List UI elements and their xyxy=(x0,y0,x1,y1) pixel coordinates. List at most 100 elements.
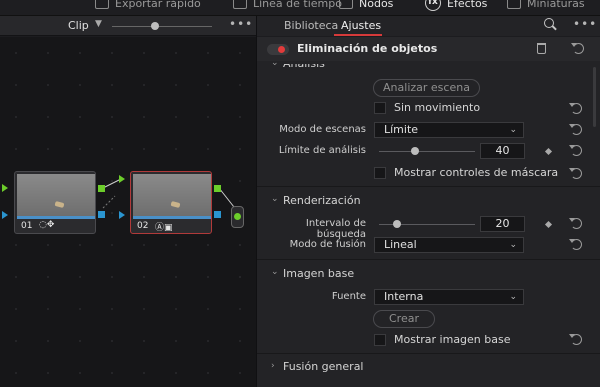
mask-controls-label: Mostrar controles de máscara xyxy=(394,166,559,179)
trash-icon[interactable] xyxy=(537,43,546,54)
timeline-icon xyxy=(233,0,247,9)
analysis-limit-slider-track[interactable] xyxy=(379,151,475,152)
keyframe-icon[interactable] xyxy=(544,147,553,156)
source-label: Fuente xyxy=(331,291,366,302)
effect-enable-toggle[interactable] xyxy=(267,44,289,55)
inspector-more-button[interactable]: ••• xyxy=(573,17,597,31)
node-status-bar xyxy=(133,216,211,219)
source-value: Interna xyxy=(384,290,424,303)
section-title-render[interactable]: Renderización xyxy=(283,194,361,207)
input-port-green[interactable] xyxy=(2,184,8,192)
blend-mode-dropdown[interactable]: Lineal ⌄ xyxy=(374,237,524,253)
node-01[interactable]: 01 ◌✥ xyxy=(14,171,96,234)
input-port-green[interactable] xyxy=(119,175,125,183)
chevron-down-icon[interactable]: ⌄ xyxy=(271,58,279,68)
chevron-down-icon: ⌄ xyxy=(509,292,517,302)
section-divider xyxy=(257,186,600,187)
analysis-limit-input[interactable]: 40 xyxy=(480,143,525,159)
top-toolbar: Exportar rápido Línea de tiempo Nodos fx… xyxy=(0,0,600,16)
export-icon xyxy=(95,0,109,9)
search-icon[interactable] xyxy=(544,18,554,28)
output-port-blue[interactable] xyxy=(214,211,221,218)
toolbar-item-quick-export[interactable]: Exportar rápido xyxy=(95,0,201,12)
node-status-icons: ◌✥ xyxy=(39,220,55,230)
node-02[interactable]: 02 Ⓐ▣ xyxy=(130,171,212,234)
chevron-right-icon[interactable]: › xyxy=(271,361,275,371)
output-node[interactable] xyxy=(231,206,244,228)
effect-header: Eliminación de objetos xyxy=(257,37,600,61)
toolbar-item-label: Miniaturas xyxy=(527,0,585,10)
scene-mode-dropdown[interactable]: Límite ⌄ xyxy=(374,122,524,138)
reset-icon[interactable] xyxy=(569,168,582,179)
analysis-limit-label: Límite de análisis xyxy=(278,145,366,156)
node-number: 01 xyxy=(21,221,33,231)
section-divider xyxy=(257,353,600,354)
fx-icon: fx xyxy=(425,0,441,11)
node-graph-canvas[interactable]: 01 ◌✥ 02 Ⓐ▣ xyxy=(0,37,256,387)
no-motion-checkbox[interactable] xyxy=(374,102,386,114)
toolbar-item-label: Exportar rápido xyxy=(115,0,201,10)
no-motion-label: Sin movimiento xyxy=(394,101,481,114)
show-base-image-label: Mostrar imagen base xyxy=(394,333,511,346)
scene-mode-label: Modo de escenas xyxy=(279,124,366,135)
toolbar-item-label: Nodos xyxy=(359,0,394,10)
toolbar-item-label: Línea de tiempo xyxy=(253,0,342,10)
output-port-green[interactable] xyxy=(214,185,221,192)
toolbar-item-nodes[interactable]: Nodos xyxy=(339,0,393,12)
node-mode-selector[interactable]: Clip xyxy=(68,19,89,32)
reset-icon[interactable] xyxy=(569,334,582,345)
tab-ajustes[interactable]: Ajustes xyxy=(341,19,381,32)
create-button[interactable]: Crear xyxy=(373,310,435,328)
active-tab-indicator xyxy=(334,34,382,36)
toolbar-item-label: Efectos xyxy=(447,0,488,10)
chevron-down-icon[interactable]: ⌄ xyxy=(271,267,279,277)
chevron-down-icon[interactable]: ⌄ xyxy=(271,194,279,204)
analyze-scene-button[interactable]: Analizar escena xyxy=(373,79,480,97)
blend-mode-label: Modo de fusión xyxy=(289,239,366,250)
reset-icon[interactable] xyxy=(569,218,582,229)
node-editor-more-button[interactable]: ••• xyxy=(229,17,253,31)
node-editor-header: Clip ▼ ••• xyxy=(0,16,256,36)
node-thumbnail xyxy=(133,174,211,216)
input-port-blue[interactable] xyxy=(2,211,8,219)
mask-controls-checkbox[interactable] xyxy=(374,167,386,179)
reset-icon[interactable] xyxy=(569,239,582,250)
scene-mode-value: Límite xyxy=(384,123,419,136)
section-divider xyxy=(257,259,600,260)
tab-biblioteca[interactable]: Biblioteca xyxy=(284,19,338,32)
scrollbar[interactable] xyxy=(593,67,596,127)
search-interval-input[interactable]: 20 xyxy=(480,216,525,232)
blend-mode-value: Lineal xyxy=(384,238,417,251)
reset-icon[interactable] xyxy=(569,145,582,156)
output-port-green[interactable] xyxy=(98,185,105,192)
zoom-slider-track[interactable] xyxy=(112,26,212,27)
node-number: 02 xyxy=(137,221,149,231)
source-dropdown[interactable]: Interna ⌄ xyxy=(374,289,524,305)
chevron-down-icon: ⌄ xyxy=(509,240,517,250)
section-title-base-image[interactable]: Imagen base xyxy=(283,267,354,280)
node-status-icons: Ⓐ▣ xyxy=(155,223,173,233)
inspector-panel: Eliminación de objetos ⌄ Análisis Analiz… xyxy=(257,37,600,387)
reset-icon[interactable] xyxy=(569,103,582,114)
reset-icon[interactable] xyxy=(571,43,584,54)
nodes-icon xyxy=(339,0,353,9)
keyframe-icon[interactable] xyxy=(544,220,553,229)
toolbar-item-thumbnails[interactable]: Miniaturas xyxy=(507,0,585,12)
chevron-down-icon[interactable]: ▼ xyxy=(95,19,102,29)
analysis-limit-slider-thumb[interactable] xyxy=(411,147,419,155)
chevron-down-icon: ⌄ xyxy=(509,125,517,135)
node-thumbnail xyxy=(17,174,95,216)
output-port-blue[interactable] xyxy=(98,211,105,218)
node-status-bar xyxy=(17,216,95,219)
search-interval-label: Intervalo de búsqueda xyxy=(305,218,366,240)
effect-title: Eliminación de objetos xyxy=(297,42,438,55)
reset-icon[interactable] xyxy=(569,124,582,135)
section-title-general-blend[interactable]: Fusión general xyxy=(283,360,364,373)
show-base-image-checkbox[interactable] xyxy=(374,334,386,346)
input-port-blue[interactable] xyxy=(119,211,125,219)
search-interval-slider-thumb[interactable] xyxy=(393,220,401,228)
zoom-slider-thumb[interactable] xyxy=(151,22,159,30)
toolbar-item-timeline[interactable]: Línea de tiempo xyxy=(233,0,342,12)
toolbar-item-effects[interactable]: fx Efectos xyxy=(425,0,487,12)
thumbnails-icon xyxy=(507,0,521,9)
